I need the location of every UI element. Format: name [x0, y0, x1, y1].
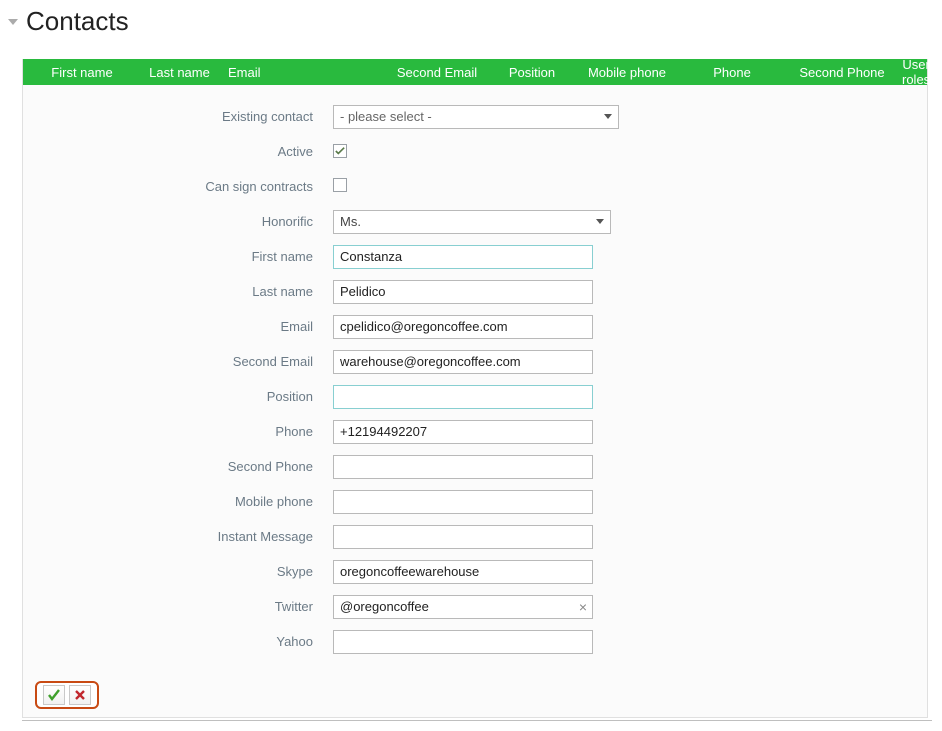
collapse-caret-icon	[8, 19, 18, 25]
email-input[interactable]	[333, 315, 593, 339]
label-skype: Skype	[23, 564, 333, 579]
label-instant-message: Instant Message	[23, 529, 333, 544]
contact-form: Existing contact - please select - Activ…	[23, 85, 927, 675]
check-icon	[335, 146, 345, 156]
label-last-name: Last name	[23, 284, 333, 299]
form-footer	[35, 681, 99, 709]
label-twitter: Twitter	[23, 599, 333, 614]
existing-contact-value: - please select -	[340, 109, 432, 124]
label-second-phone: Second Phone	[23, 459, 333, 474]
th-user-roles[interactable]: User roles	[902, 57, 930, 87]
existing-contact-select[interactable]: - please select -	[333, 105, 619, 129]
first-name-input[interactable]	[333, 245, 593, 269]
label-first-name: First name	[23, 249, 333, 264]
skype-input[interactable]	[333, 560, 593, 584]
phone-input[interactable]	[333, 420, 593, 444]
th-email[interactable]: Email	[222, 65, 382, 80]
clear-icon[interactable]: ×	[579, 600, 587, 614]
th-mobile-phone[interactable]: Mobile phone	[572, 65, 682, 80]
active-checkbox[interactable]	[333, 144, 347, 158]
chevron-down-icon	[596, 219, 604, 224]
th-second-email[interactable]: Second Email	[382, 65, 492, 80]
honorific-select[interactable]: Ms.	[333, 210, 611, 234]
second-phone-input[interactable]	[333, 455, 593, 479]
check-icon	[48, 689, 60, 701]
honorific-value: Ms.	[340, 214, 361, 229]
divider	[22, 720, 932, 721]
mobile-phone-input[interactable]	[333, 490, 593, 514]
yahoo-input[interactable]	[333, 630, 593, 654]
instant-message-input[interactable]	[333, 525, 593, 549]
twitter-input[interactable]	[333, 595, 593, 619]
th-position[interactable]: Position	[492, 65, 572, 80]
label-phone: Phone	[23, 424, 333, 439]
confirm-button[interactable]	[43, 685, 65, 705]
th-first-name[interactable]: First name	[27, 65, 137, 80]
label-position: Position	[23, 389, 333, 404]
last-name-input[interactable]	[333, 280, 593, 304]
label-can-sign: Can sign contracts	[23, 179, 333, 194]
page-title: Contacts	[26, 6, 129, 37]
label-honorific: Honorific	[23, 214, 333, 229]
position-input[interactable]	[333, 385, 593, 409]
label-existing-contact: Existing contact	[23, 109, 333, 124]
section-header[interactable]: Contacts	[10, 6, 932, 37]
contacts-panel: First name Last name Email Second Email …	[22, 59, 928, 718]
can-sign-checkbox[interactable]	[333, 178, 347, 192]
th-phone[interactable]: Phone	[682, 65, 782, 80]
chevron-down-icon	[604, 114, 612, 119]
label-mobile-phone: Mobile phone	[23, 494, 333, 509]
table-header: First name Last name Email Second Email …	[23, 59, 927, 85]
label-yahoo: Yahoo	[23, 634, 333, 649]
second-email-input[interactable]	[333, 350, 593, 374]
th-second-phone[interactable]: Second Phone	[782, 65, 902, 80]
close-icon	[74, 689, 86, 701]
label-email: Email	[23, 319, 333, 334]
label-active: Active	[23, 144, 333, 159]
cancel-button[interactable]	[69, 685, 91, 705]
th-last-name[interactable]: Last name	[137, 65, 222, 80]
label-second-email: Second Email	[23, 354, 333, 369]
